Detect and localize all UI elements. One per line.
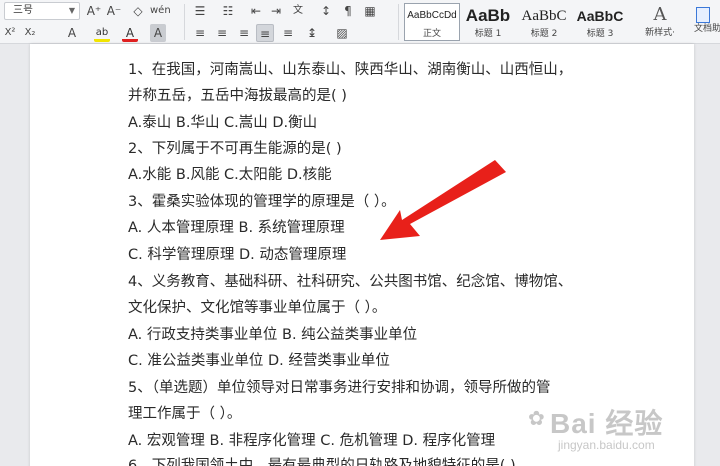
text-line: 并称五岳，五岳中海拔最高的是( ) — [128, 88, 347, 104]
bullet-list-icon[interactable]: ☰ — [192, 2, 208, 20]
text-line: A. 宏观管理 B. 非程序化管理 C. 危机管理 D. 程序化管理 — [128, 433, 496, 449]
style-sample: AaBb — [465, 6, 511, 25]
grow-font-icon[interactable]: A⁺ — [86, 2, 102, 20]
line-spacing-icon[interactable]: ↨ — [304, 24, 320, 42]
style-name: 标题 1 — [474, 29, 502, 39]
style-heading-3[interactable]: AaBbC 标题 3 — [572, 3, 628, 41]
style-name: 标题 3 — [586, 29, 614, 39]
watermark-url: jingyan.baidu.com — [558, 438, 655, 452]
highlight-icon[interactable]: ab — [94, 24, 110, 42]
font-size-value: 三号 — [13, 5, 33, 16]
chinese-layout-icon[interactable]: 文 — [290, 2, 306, 20]
distribute-icon[interactable]: ≡ — [280, 24, 296, 42]
new-style-button[interactable]: A 新样式· — [638, 3, 682, 41]
font-size-select[interactable]: 三号 ▼ — [4, 2, 80, 20]
watermark: ✿ Bai 经验 jingyan.baidu.com — [520, 402, 720, 462]
text-line: 5、（单选题）单位领导对日常事务进行安排和协调，领导所做的管 — [128, 380, 551, 396]
divider — [398, 4, 399, 40]
watermark-brand: Bai 经验 — [550, 408, 664, 439]
style-sample: AaBbC — [576, 8, 624, 24]
align-left-icon[interactable]: ≡ — [192, 24, 208, 42]
increase-indent-icon[interactable]: ⇥ — [268, 2, 284, 20]
decrease-indent-icon[interactable]: ⇤ — [248, 2, 264, 20]
font-color-icon[interactable]: A — [122, 24, 138, 42]
style-sample: AaBbCcDd — [407, 10, 457, 21]
ribbon-toolbar: 三号 ▼ A⁺ A⁻ ◇ wén ☰ ☷ ⇤ ⇥ 文 ↕ ¶ ▦ X² X₂ A… — [0, 0, 720, 44]
text-line: A. 人本管理原理 B. 系统管理原理 — [128, 220, 345, 236]
subscript-icon[interactable]: X₂ — [22, 24, 38, 42]
paragraph-mark-icon[interactable]: ¶ — [340, 2, 356, 20]
text-line: 理工作属于（ ）。 — [128, 406, 242, 422]
chevron-down-icon: ▼ — [68, 6, 75, 15]
superscript-icon[interactable]: X² — [2, 24, 18, 42]
text-line: C. 科学管理原理 D. 动态管理原理 — [128, 247, 347, 263]
text-line: C. 准公益类事业单位 D. 经营类事业单位 — [128, 353, 390, 369]
text-line: 2、下列属于不可再生能源的是( ) — [128, 141, 342, 157]
text-line: 1、在我国，河南嵩山、山东泰山、陕西华山、湖南衡山、山西恒山， — [128, 62, 573, 78]
new-style-label: 新样式· — [645, 28, 675, 38]
text-line: A.泰山 B.华山 C.嵩山 D.衡山 — [128, 115, 318, 131]
char-shading-icon[interactable]: A — [150, 24, 166, 42]
divider — [184, 4, 185, 40]
doc-assistant-button[interactable]: 文档助 — [690, 3, 720, 41]
style-sample: AaBbC — [521, 8, 567, 24]
align-center-icon[interactable]: ≡ — [214, 24, 230, 42]
align-right-icon[interactable]: ≡ — [236, 24, 252, 42]
text-line: 6、下列我国领土中，最有最典型的日轨路及地貌特征的是( ) — [128, 458, 516, 466]
shrink-font-icon[interactable]: A⁻ — [106, 2, 122, 20]
document-icon — [696, 7, 710, 23]
borders-icon[interactable]: ▦ — [362, 2, 378, 20]
style-heading-1[interactable]: AaBb 标题 1 — [460, 3, 516, 41]
number-list-icon[interactable]: ☷ — [220, 2, 236, 20]
doc-assistant-label: 文档助 — [694, 24, 720, 34]
new-style-icon: A — [653, 4, 667, 25]
text-line: A. 行政支持类事业单位 B. 纯公益类事业单位 — [128, 327, 418, 343]
style-normal[interactable]: AaBbCcDd 正文 — [404, 3, 460, 41]
shading-icon[interactable]: ▨ — [334, 24, 350, 42]
text-line: 3、霍桑实验体现的管理学的原理是（ ）。 — [128, 194, 396, 210]
sort-icon[interactable]: ↕ — [318, 2, 334, 20]
style-heading-2[interactable]: AaBbC 标题 2 — [516, 3, 572, 41]
paw-logo-icon: ✿ — [528, 408, 545, 430]
eraser-icon[interactable]: ◇ — [130, 2, 146, 20]
phonetic-guide-icon[interactable]: wén — [150, 2, 171, 20]
text-effect-icon[interactable]: A — [64, 24, 80, 42]
style-name: 正文 — [422, 29, 441, 39]
style-name: 标题 2 — [530, 29, 558, 39]
text-line: 4、义务教育、基础科研、社科研究、公共图书馆、纪念馆、博物馆、 — [128, 274, 573, 290]
justify-icon[interactable]: ≡ — [256, 24, 274, 42]
text-line: A.水能 B.风能 C.太阳能 D.核能 — [128, 167, 332, 183]
text-line: 文化保护、文化馆等事业单位属于（ ）。 — [128, 300, 387, 316]
